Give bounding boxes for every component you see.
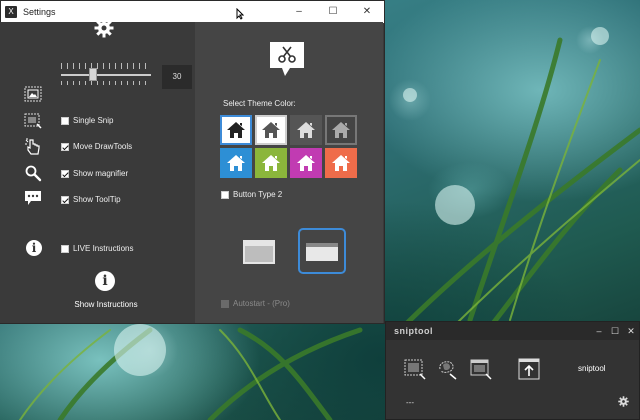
- house-icon: [227, 122, 245, 138]
- image-icon: [24, 86, 42, 102]
- button-style-preview-1[interactable]: [243, 240, 275, 264]
- scissors-bubble-icon: [270, 42, 304, 76]
- zoom-slider-thumb[interactable]: [89, 68, 97, 81]
- zoom-slider-track[interactable]: [61, 74, 151, 76]
- slider-value: 30: [162, 65, 192, 89]
- minimize-button[interactable]: –: [282, 1, 316, 23]
- sniptool-brand: sniptool: [578, 364, 606, 373]
- info-icon: i: [26, 240, 42, 256]
- checkbox[interactable]: [61, 195, 69, 204]
- checkbox[interactable]: [61, 169, 69, 178]
- status-text: ---: [406, 398, 414, 407]
- slider-ticks: [61, 63, 151, 69]
- option-autostart: Autostart - (Pro): [221, 299, 290, 308]
- slider-ticks: [61, 81, 151, 85]
- option-move-drawtools[interactable]: Move DrawTools: [61, 142, 132, 151]
- sniptool-titlebar[interactable]: sniptool – ☐ ✕: [386, 322, 639, 340]
- house-icon: [227, 155, 245, 171]
- tooltip-icon: [25, 191, 41, 205]
- house-icon: [262, 155, 280, 171]
- option-label: Single Snip: [73, 116, 114, 125]
- checkbox[interactable]: [221, 190, 229, 199]
- maximize-button[interactable]: ☐: [607, 326, 623, 337]
- single-snip-icon: [24, 113, 42, 129]
- option-single-snip[interactable]: Single Snip: [61, 116, 113, 125]
- checkbox[interactable]: [61, 142, 69, 151]
- hand-pointer-icon: [25, 138, 40, 155]
- settings-titlebar[interactable]: X Settings – ☐ ✕: [1, 1, 384, 23]
- option-label: LIVE Instructions: [73, 244, 134, 253]
- option-label: Show ToolTip: [73, 195, 121, 204]
- settings-gear-icon[interactable]: [618, 396, 629, 407]
- option-show-tooltip[interactable]: Show ToolTip: [61, 195, 121, 204]
- house-icon: [332, 155, 350, 171]
- theme-swatch-5[interactable]: [220, 148, 252, 178]
- mouse-cursor-icon: [236, 8, 244, 20]
- house-icon: [297, 155, 315, 171]
- window-snip-icon[interactable]: [470, 359, 492, 381]
- option-live-instructions[interactable]: LIVE Instructions: [61, 244, 133, 253]
- option-label: Button Type 2: [233, 190, 283, 199]
- magnifier-icon: [25, 165, 42, 182]
- option-show-magnifier[interactable]: Show magnifier: [61, 169, 128, 178]
- upload-icon[interactable]: [518, 358, 542, 382]
- theme-swatch-7[interactable]: [290, 148, 322, 178]
- theme-swatch-8[interactable]: [325, 148, 357, 178]
- gear-icon: [94, 18, 114, 38]
- option-button-type-2[interactable]: Button Type 2: [221, 190, 282, 199]
- option-label: Autostart - (Pro): [233, 299, 290, 308]
- theme-swatch-3[interactable]: [290, 115, 322, 145]
- house-icon: [297, 122, 315, 138]
- sniptool-title: sniptool: [394, 326, 433, 336]
- minimize-button[interactable]: –: [591, 326, 607, 337]
- freehand-snip-icon[interactable]: [436, 359, 458, 381]
- option-label: Show magnifier: [73, 169, 129, 178]
- checkbox[interactable]: [61, 244, 69, 253]
- show-instructions-icon[interactable]: i: [95, 271, 115, 291]
- theme-swatch-1[interactable]: [220, 115, 252, 145]
- close-button[interactable]: ✕: [623, 326, 639, 337]
- theme-color-label: Select Theme Color:: [223, 99, 296, 108]
- theme-color-grid: [220, 115, 357, 178]
- theme-swatch-4[interactable]: [325, 115, 357, 145]
- rect-snip-icon[interactable]: [404, 359, 426, 381]
- app-logo: X: [5, 6, 17, 18]
- close-button[interactable]: ✕: [350, 1, 384, 23]
- sniptool-window: sniptool – ☐ ✕ sniptool ---: [385, 321, 640, 420]
- theme-swatch-2[interactable]: [255, 115, 287, 145]
- house-icon: [262, 122, 280, 138]
- checkbox: [221, 299, 229, 308]
- checkbox[interactable]: [61, 116, 69, 125]
- button-style-preview-2[interactable]: [306, 243, 338, 261]
- show-instructions-button[interactable]: Show Instructions: [62, 300, 150, 309]
- house-icon: [332, 122, 350, 138]
- window-title: Settings: [23, 7, 56, 17]
- theme-swatch-6[interactable]: [255, 148, 287, 178]
- maximize-button[interactable]: ☐: [316, 1, 350, 23]
- option-label: Move DrawTools: [73, 142, 133, 151]
